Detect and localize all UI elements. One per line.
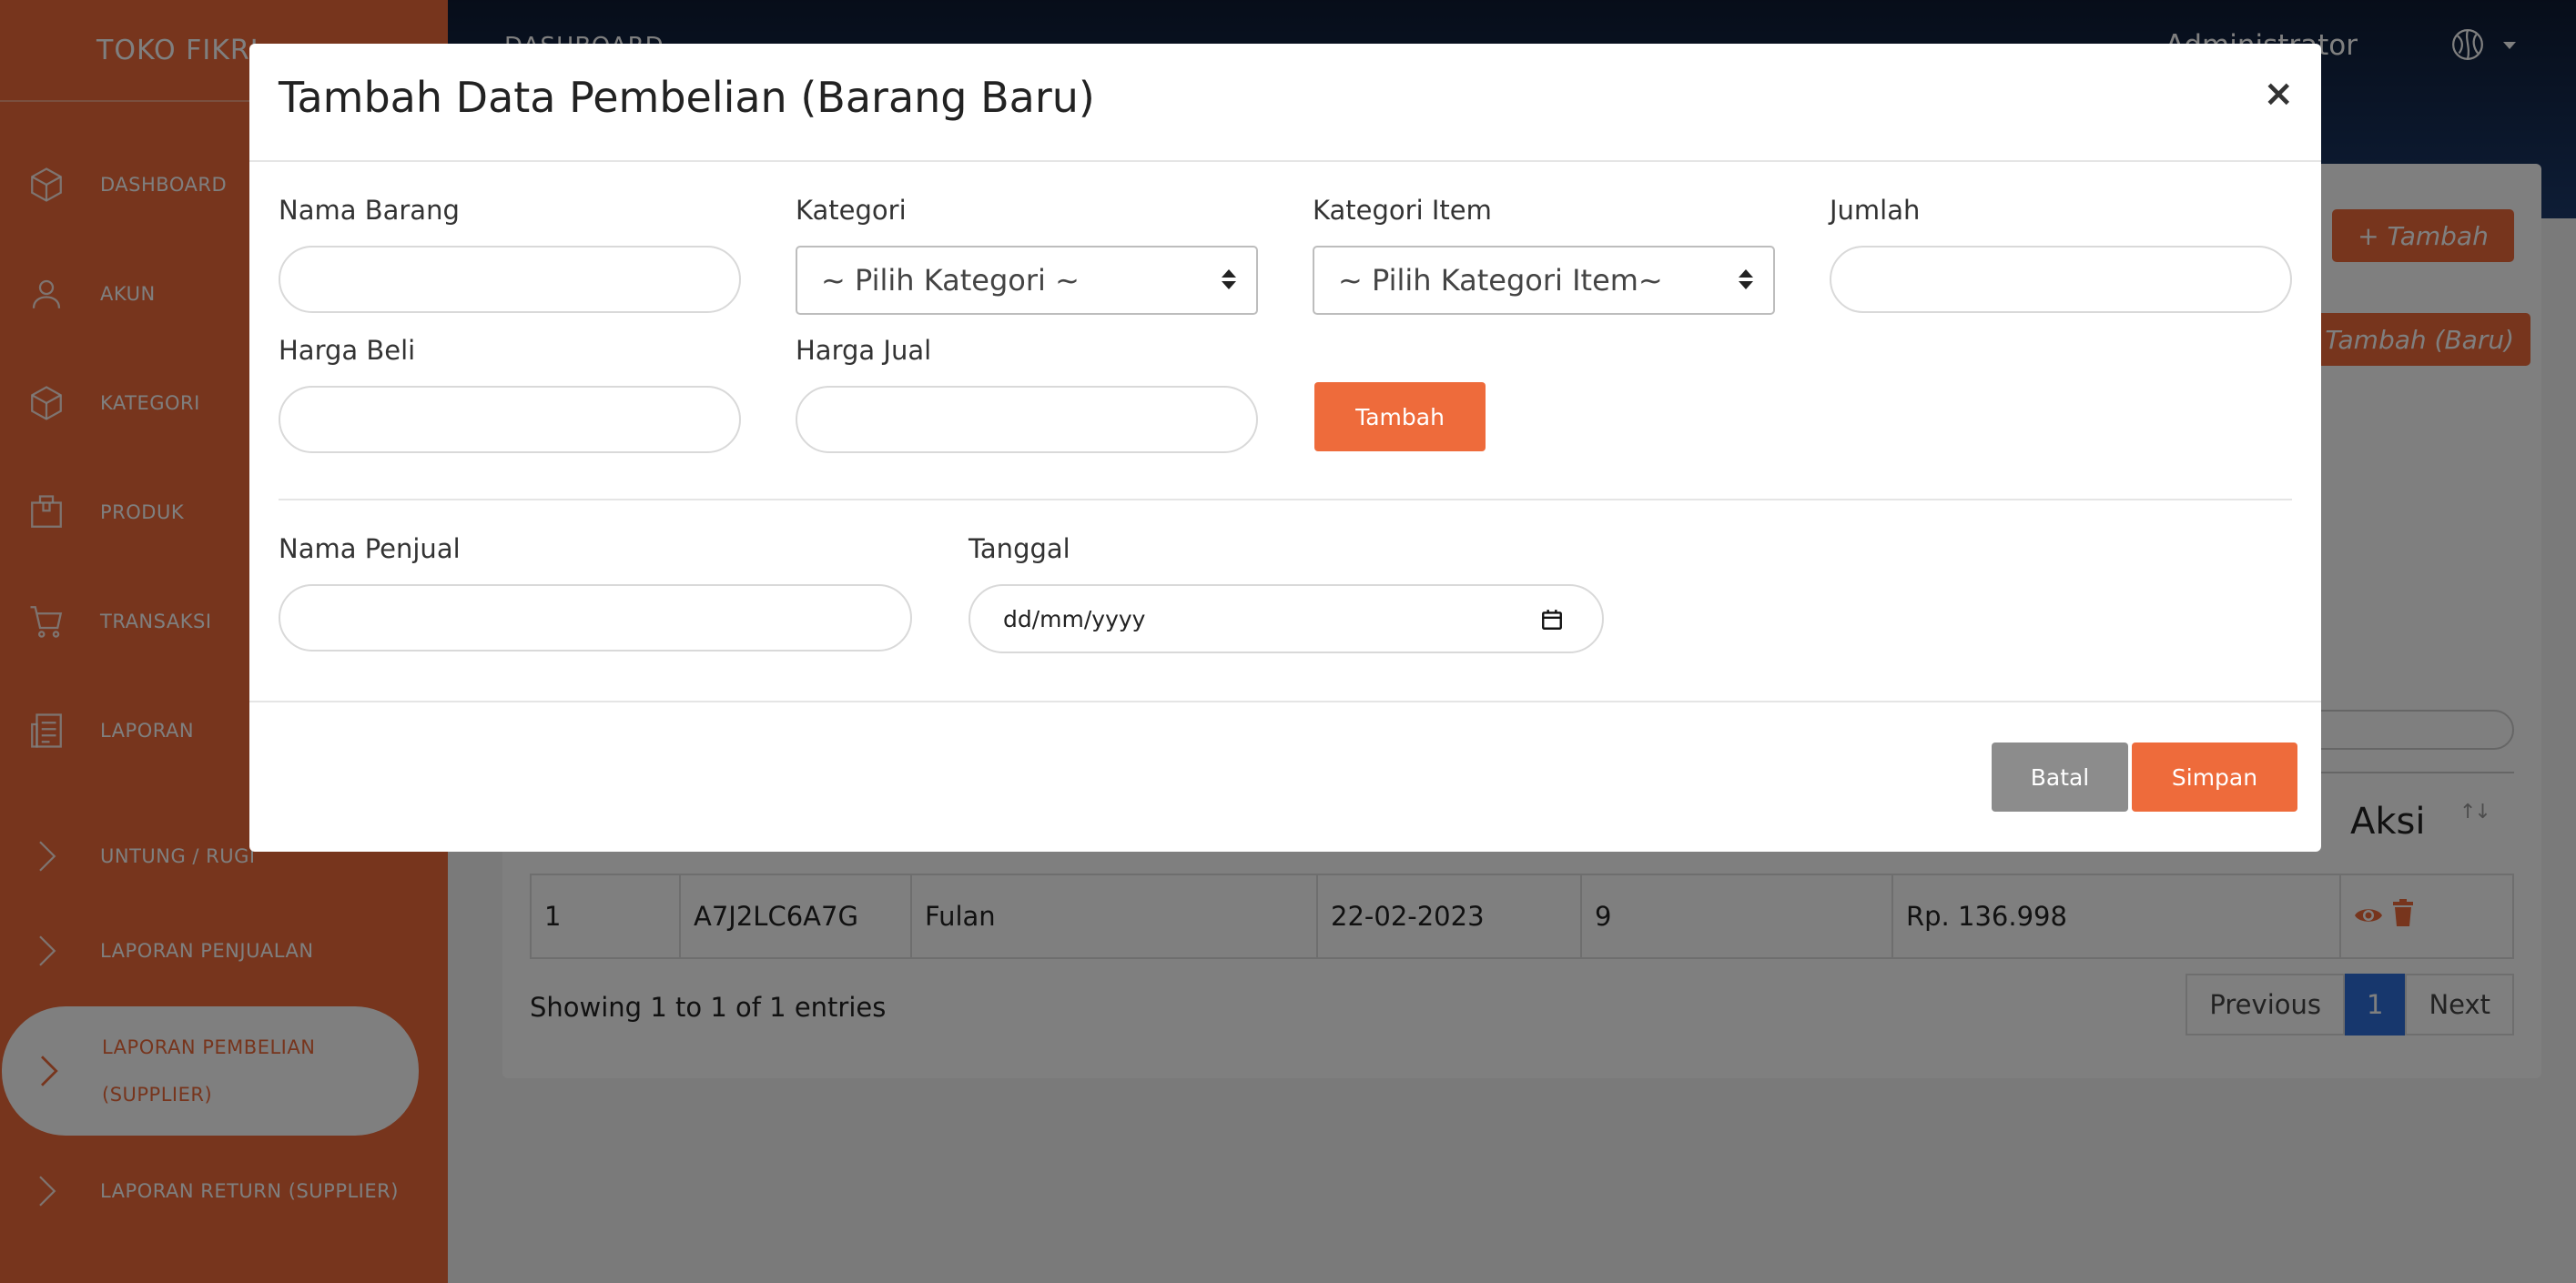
cancel-button[interactable]: Batal	[1992, 743, 2128, 812]
kategori-label: Kategori	[796, 195, 907, 226]
close-icon[interactable]: ×	[2263, 73, 2294, 115]
harga-jual-label: Harga Jual	[796, 335, 932, 366]
tanggal-placeholder: dd/mm/yyyy	[1003, 605, 1146, 632]
save-button[interactable]: Simpan	[2132, 743, 2297, 812]
kategori-select[interactable]: ~ Pilih Kategori ~	[796, 246, 1258, 315]
tanggal-date-input[interactable]: dd/mm/yyyy	[969, 584, 1604, 653]
harga-beli-label: Harga Beli	[279, 335, 416, 366]
modal-header: Tambah Data Pembelian (Barang Baru) ×	[249, 44, 2321, 162]
select-arrows-icon	[1739, 269, 1753, 289]
kategori-select-value: ~ Pilih Kategori ~	[821, 263, 1080, 298]
kategori-item-label: Kategori Item	[1313, 195, 1492, 226]
nama-penjual-label: Nama Penjual	[279, 533, 461, 564]
modal-footer-divider	[249, 701, 2321, 702]
harga-beli-input[interactable]	[279, 386, 741, 453]
harga-jual-input[interactable]	[796, 386, 1258, 453]
modal-title: Tambah Data Pembelian (Barang Baru)	[279, 73, 1095, 122]
jumlah-label: Jumlah	[1830, 195, 1921, 226]
select-arrows-icon	[1222, 269, 1236, 289]
calendar-icon[interactable]	[1540, 608, 1564, 637]
add-item-button[interactable]: Tambah	[1314, 382, 1486, 451]
nama-barang-input[interactable]	[279, 246, 741, 313]
nama-penjual-input[interactable]	[279, 584, 912, 652]
jumlah-input[interactable]	[1830, 246, 2292, 313]
add-purchase-modal: Tambah Data Pembelian (Barang Baru) × Na…	[249, 44, 2321, 852]
form-divider	[279, 499, 2292, 500]
kategori-item-select-value: ~ Pilih Kategori Item~	[1338, 263, 1663, 298]
nama-barang-label: Nama Barang	[279, 195, 460, 226]
tanggal-label: Tanggal	[969, 533, 1070, 564]
kategori-item-select[interactable]: ~ Pilih Kategori Item~	[1313, 246, 1775, 315]
